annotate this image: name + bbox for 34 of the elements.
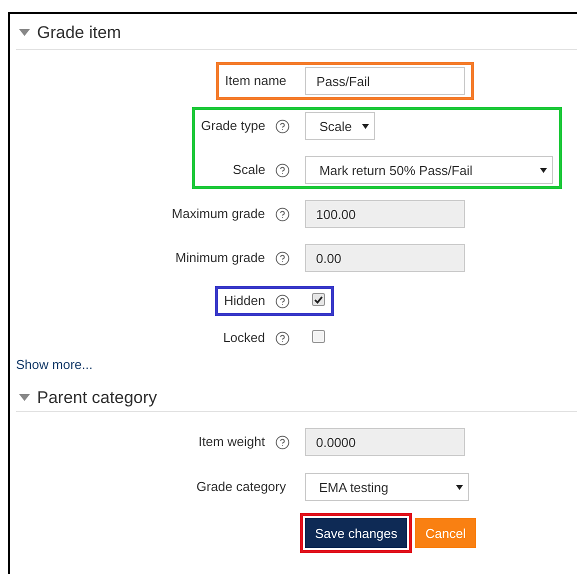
caret-icon: [362, 124, 369, 128]
help-icon[interactable]: [275, 330, 290, 346]
help-icon[interactable]: [275, 206, 290, 222]
text-field[interactable]: Pass/Fail: [305, 67, 466, 95]
help-icon[interactable]: [275, 434, 290, 450]
field-label: Grade type: [201, 117, 266, 135]
dropdown[interactable]: Mark return 50% Pass/Fail: [305, 156, 554, 184]
section-title[interactable]: Parent category: [37, 388, 158, 408]
section-title[interactable]: Grade item: [37, 22, 122, 42]
collapse-caret-icon[interactable]: [19, 29, 30, 36]
collapse-caret-icon[interactable]: [19, 394, 30, 401]
dropdown[interactable]: Scale: [305, 112, 375, 140]
save-button[interactable]: Save changes: [305, 518, 408, 548]
field-label: Grade category: [196, 478, 286, 496]
text-field[interactable]: 0.0000: [305, 428, 465, 456]
caret-icon: [456, 484, 463, 490]
field-label: Item weight: [198, 433, 265, 451]
help-icon[interactable]: [275, 118, 290, 134]
help-icon[interactable]: [275, 294, 290, 308]
help-icon[interactable]: [275, 162, 290, 178]
caret-icon: [540, 168, 548, 172]
field-label: Locked: [223, 329, 265, 347]
text-field[interactable]: 0.00: [305, 244, 465, 272]
help-icon[interactable]: [275, 250, 290, 266]
dropdown[interactable]: EMA testing: [305, 473, 469, 501]
field-label: Minimum grade: [175, 249, 265, 267]
field-label: Item name: [225, 72, 286, 90]
checkbox[interactable]: [312, 293, 326, 306]
field-label: Maximum grade: [172, 205, 265, 223]
field-label: Scale: [232, 161, 266, 179]
text-field[interactable]: 100.00: [305, 200, 465, 228]
show-more-link[interactable]: Show more...: [16, 357, 93, 372]
checkbox[interactable]: [312, 330, 325, 343]
field-label: Hidden: [224, 292, 266, 310]
